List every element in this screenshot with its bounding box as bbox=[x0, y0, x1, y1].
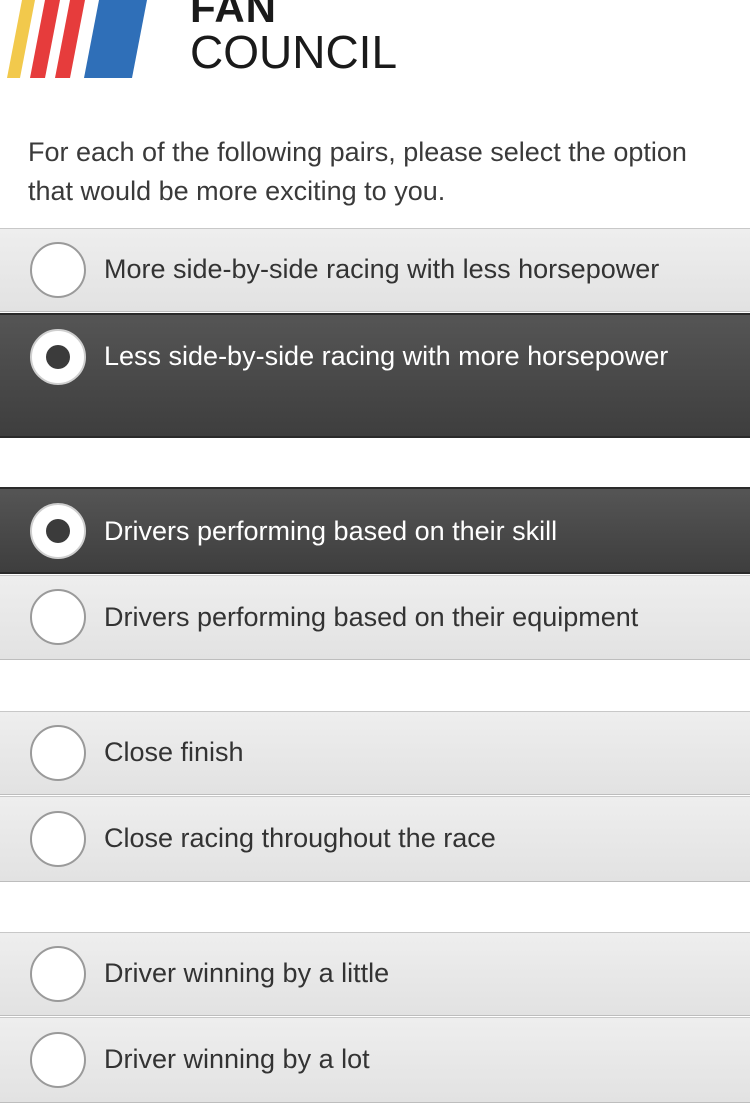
radio-button[interactable] bbox=[30, 1032, 86, 1088]
option-label: Drivers performing based on their equipm… bbox=[104, 602, 639, 632]
fan-council-wordmark: FAN COUNCIL bbox=[190, 0, 398, 78]
option-drivers-equipment[interactable]: Drivers performing based on their equipm… bbox=[0, 575, 750, 660]
survey-instructions: For each of the following pairs, please … bbox=[28, 137, 687, 206]
radio-button-selected[interactable] bbox=[30, 329, 86, 385]
header: FAN COUNCIL bbox=[0, 0, 750, 100]
option-label: Driver winning by a little bbox=[104, 958, 390, 988]
radio-selected-dot bbox=[46, 519, 70, 543]
option-label: Close finish bbox=[104, 737, 244, 767]
radio-selected-dot bbox=[46, 345, 70, 369]
option-more-side-by-side[interactable]: More side-by-side racing with less horse… bbox=[0, 228, 750, 312]
option-label: More side-by-side racing with less horse… bbox=[104, 254, 660, 284]
option-winning-by-lot[interactable]: Driver winning by a lot bbox=[0, 1017, 750, 1103]
option-close-racing[interactable]: Close racing throughout the race bbox=[0, 796, 750, 882]
option-winning-by-little[interactable]: Driver winning by a little bbox=[0, 932, 750, 1016]
option-label: Less side-by-side racing with more horse… bbox=[104, 341, 669, 371]
option-label: Drivers performing based on their skill bbox=[104, 516, 558, 546]
radio-button[interactable] bbox=[30, 946, 86, 1002]
option-label: Close racing throughout the race bbox=[104, 823, 496, 853]
logo-line-council: COUNCIL bbox=[190, 26, 398, 78]
radio-button[interactable] bbox=[30, 811, 86, 867]
radio-button[interactable] bbox=[30, 725, 86, 781]
option-label: Driver winning by a lot bbox=[104, 1044, 370, 1074]
radio-button[interactable] bbox=[30, 242, 86, 298]
option-drivers-skill[interactable]: Drivers performing based on their skill bbox=[0, 487, 750, 574]
radio-button[interactable] bbox=[30, 589, 86, 645]
option-less-side-by-side[interactable]: Less side-by-side racing with more horse… bbox=[0, 313, 750, 438]
radio-button-selected[interactable] bbox=[30, 503, 86, 559]
nascar-stripes-logo bbox=[7, 0, 147, 78]
option-close-finish[interactable]: Close finish bbox=[0, 711, 750, 795]
